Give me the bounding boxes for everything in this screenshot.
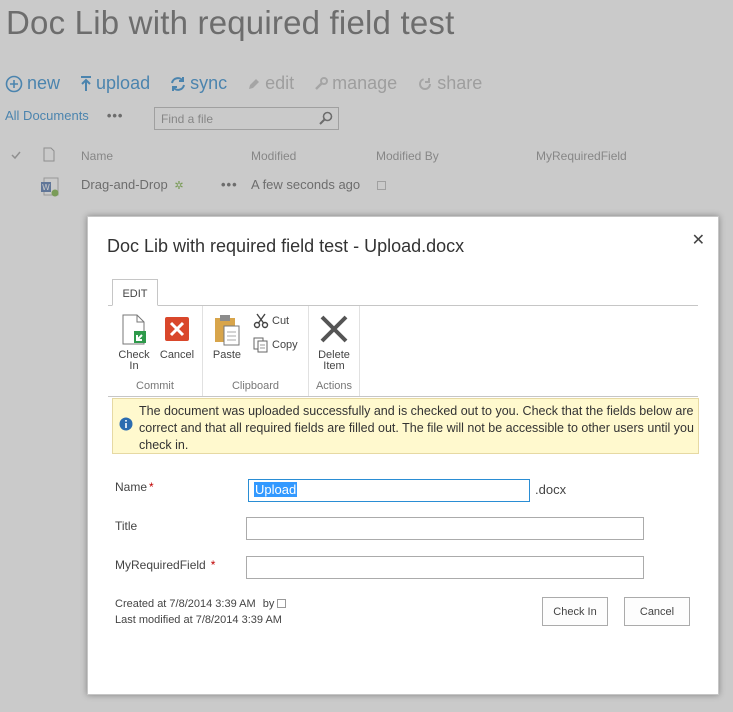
name-field-label: Name * <box>115 480 154 494</box>
copy-label: Copy <box>272 339 298 351</box>
upload-success-notice: The document was uploaded successfully a… <box>112 398 699 454</box>
tab-edit[interactable]: EDIT <box>112 279 158 306</box>
ribbon-group-clipboard: Paste Cut Copy Clipboard <box>203 306 309 396</box>
paste-label: Paste <box>212 349 242 361</box>
presence-indicator-icon <box>277 599 287 608</box>
cancel-x-icon <box>165 317 189 341</box>
clipboard-group-label: Clipboard <box>231 380 280 392</box>
delete-x-icon <box>320 315 348 343</box>
paste-clipboard-icon <box>215 315 240 346</box>
close-icon[interactable]: ✕ <box>692 230 705 250</box>
check-in-button[interactable]: Check In <box>542 597 608 626</box>
created-by-text: by <box>262 598 275 610</box>
info-icon <box>119 417 133 431</box>
check-in-label-2: In <box>129 360 139 372</box>
paste-button[interactable]: Paste <box>207 314 247 361</box>
created-text: Created at 7/8/2014 3:39 AM <box>115 598 256 610</box>
ribbon-group-actions: Delete Item Actions <box>309 306 360 396</box>
scissors-icon <box>253 313 269 329</box>
name-label-text: Name <box>115 480 148 494</box>
cancel-button[interactable]: Cancel <box>624 597 690 626</box>
myrequiredfield-input[interactable] <box>246 556 644 579</box>
check-in-icon <box>122 314 146 345</box>
myrequiredfield-label-text: MyRequiredField <box>115 558 206 572</box>
commit-group-label: Commit <box>136 380 174 392</box>
myrequiredfield-required-marker: * <box>210 558 216 572</box>
delete-label-2: Item <box>323 360 345 372</box>
title-field[interactable] <box>246 517 644 540</box>
ribbon-group-commit: Check In Cancel Commit <box>108 306 203 396</box>
name-required-marker: * <box>149 480 154 494</box>
check-in-ribbon-button[interactable]: Check In <box>114 314 154 372</box>
actions-group-label: Actions <box>315 380 353 392</box>
dialog-title: Doc Lib with required field test - Uploa… <box>107 236 465 256</box>
name-field-value: Upload <box>254 482 298 497</box>
modified-text: Last modified at 7/8/2014 3:39 AM <box>115 614 282 626</box>
copy-button[interactable]: Copy <box>253 337 298 353</box>
name-field[interactable]: Upload <box>248 479 530 502</box>
cancel-ribbon-button[interactable]: Cancel <box>157 314 197 361</box>
created-info: Created at 7/8/2014 3:39 AM by <box>115 598 287 610</box>
copy-icon <box>253 337 268 353</box>
cut-label: Cut <box>272 315 290 327</box>
ribbon: Check In Cancel Commit Paste Cut Copy Cl… <box>108 305 698 397</box>
cancel-ribbon-label: Cancel <box>159 349 195 361</box>
title-field-label: Title <box>115 519 138 533</box>
delete-item-button[interactable]: Delete Item <box>314 314 354 372</box>
cut-button[interactable]: Cut <box>253 313 289 329</box>
file-extension: .docx <box>535 482 567 497</box>
notice-text: The document was uploaded successfully a… <box>139 404 694 452</box>
myrequiredfield-label: MyRequiredField * <box>115 558 215 572</box>
upload-properties-dialog: Doc Lib with required field test - Uploa… <box>87 216 719 695</box>
